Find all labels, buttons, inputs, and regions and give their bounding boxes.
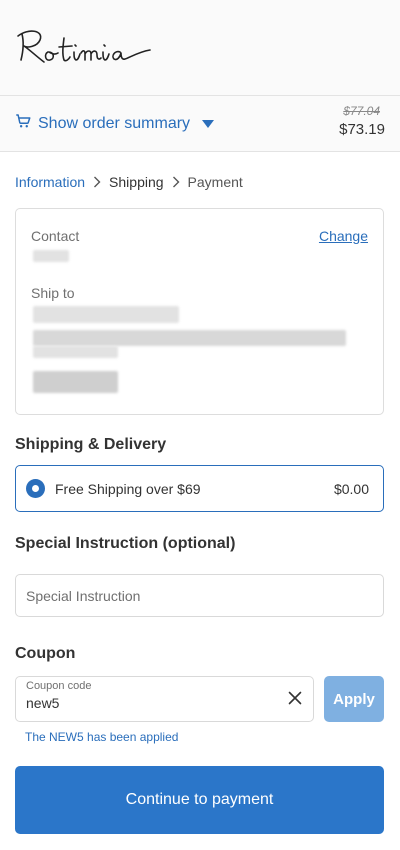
coupon-code-field[interactable]: Coupon code new5: [15, 676, 314, 722]
shipping-option-free[interactable]: Free Shipping over $69 $0.00: [15, 465, 384, 512]
radio-selected-icon[interactable]: [26, 479, 45, 498]
change-contact-link[interactable]: Change: [319, 228, 368, 244]
caret-down-icon: [202, 115, 215, 133]
breadcrumb: Information Shipping Payment: [15, 174, 243, 190]
coupon-code-label: Coupon code: [26, 680, 92, 692]
shipping-option-name: Free Shipping over $69: [55, 480, 201, 497]
contact-label: Contact: [31, 228, 80, 244]
chevron-right-icon: [93, 176, 101, 188]
address-line-redacted: [33, 330, 346, 346]
site-header: [0, 0, 400, 96]
total-price: $73.19: [339, 121, 385, 138]
show-order-summary-toggle[interactable]: Show order summary: [14, 112, 215, 135]
review-box: Contact Change Ship to: [15, 208, 384, 415]
order-summary-bar: Show order summary $77.04 $73.19: [0, 96, 400, 152]
breadcrumb-shipping: Shipping: [109, 174, 164, 190]
store-logo[interactable]: [14, 22, 154, 75]
apply-coupon-button[interactable]: Apply: [324, 676, 384, 722]
rotimia-logo-script: [17, 30, 151, 63]
cart-icon: [14, 112, 32, 135]
special-instruction-title: Special Instruction (optional): [15, 535, 236, 552]
order-summary-toggle-label: Show order summary: [38, 114, 191, 132]
special-instruction-input[interactable]: [15, 574, 384, 617]
original-price: $77.04: [343, 104, 380, 118]
continue-to-payment-button[interactable]: Continue to payment: [15, 766, 384, 834]
chevron-right-icon: [172, 176, 180, 188]
coupon-code-value[interactable]: new5: [26, 695, 59, 711]
ship-to-label: Ship to: [31, 285, 75, 301]
address-line-redacted: [33, 371, 118, 393]
shipping-section-title: Shipping & Delivery: [15, 436, 167, 453]
breadcrumb-information[interactable]: Information: [15, 174, 85, 190]
contact-value-redacted: [33, 250, 69, 262]
breadcrumb-payment: Payment: [187, 174, 243, 190]
clear-coupon-icon[interactable]: [288, 691, 302, 710]
shipping-option-price: $0.00: [333, 480, 369, 497]
coupon-applied-message: The NEW5 has been applied: [25, 730, 179, 744]
address-line-redacted: [33, 346, 118, 358]
address-line-redacted: [33, 306, 179, 323]
coupon-section-title: Coupon: [15, 645, 76, 662]
